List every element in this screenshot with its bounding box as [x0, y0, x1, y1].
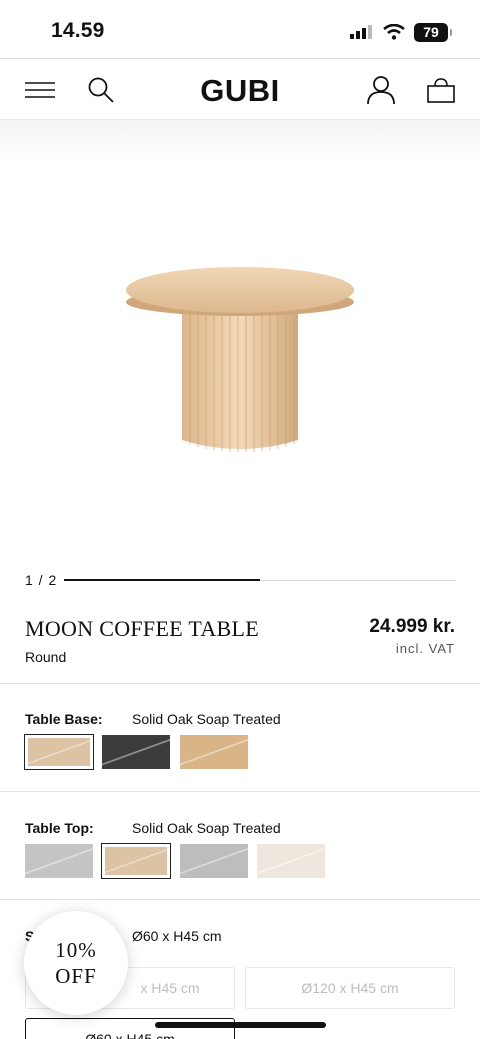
cellular-signal-icon [350, 25, 372, 39]
status-icons: 79 [350, 20, 452, 44]
user-icon [367, 76, 395, 105]
table-top-swatch-white-travertine[interactable] [257, 844, 325, 878]
table-base-swatch-oak[interactable] [180, 735, 248, 769]
table-base-swatch-dark-stone[interactable] [102, 735, 170, 769]
top-navigation: GUBI [0, 58, 480, 120]
shopping-bag-icon [427, 78, 455, 103]
status-bar: 14.59 79 [0, 0, 480, 58]
size-value: Ø60 x H45 cm [132, 928, 222, 944]
product-image[interactable] [120, 262, 360, 462]
carousel-progress[interactable] [64, 579, 455, 581]
table-top-swatch-light-oak[interactable] [101, 843, 171, 879]
divider [0, 899, 480, 900]
carousel-page-indicator: 1 / 2 [25, 572, 58, 588]
table-top-swatch-grey-marble[interactable] [25, 844, 93, 878]
table-base-label: Table Base: [25, 711, 103, 727]
product-price: 24.999 kr. [369, 616, 455, 637]
carousel-progress-fill [64, 579, 260, 581]
image-background [0, 120, 480, 160]
product-title: MOON COFFEE TABLE [25, 616, 259, 641]
discount-off-label: OFF [55, 964, 97, 988]
swatch-texture [102, 735, 170, 769]
account-button[interactable] [366, 59, 396, 121]
swatch-texture [105, 847, 167, 875]
battery-icon: 79 [414, 22, 452, 42]
discount-percent: 10% [55, 938, 97, 962]
table-top-swatch-grey-stone[interactable] [180, 844, 248, 878]
home-indicator [155, 1022, 326, 1028]
cart-button[interactable] [426, 59, 456, 121]
product-variant: Round [25, 649, 67, 665]
swatch-texture [257, 844, 325, 878]
price-vat-note: incl. VAT [395, 641, 455, 656]
wifi-icon [383, 24, 405, 40]
discount-badge[interactable]: 10% OFF [24, 911, 128, 1015]
size-option[interactable]: Ø120 x H45 cm [245, 967, 455, 1009]
swatch-texture [28, 738, 90, 766]
swatch-texture [25, 844, 93, 878]
swatch-texture [180, 844, 248, 878]
table-top-value: Solid Oak Soap Treated [132, 820, 281, 836]
divider [0, 683, 480, 684]
table-base-value: Solid Oak Soap Treated [132, 711, 281, 727]
table-base-swatch-light-oak[interactable] [24, 734, 94, 770]
swatch-texture [180, 735, 248, 769]
table-top-label: Table Top: [25, 820, 94, 836]
divider [0, 791, 480, 792]
status-time: 14.59 [51, 19, 105, 42]
brand-logo[interactable]: GUBI [0, 73, 480, 109]
